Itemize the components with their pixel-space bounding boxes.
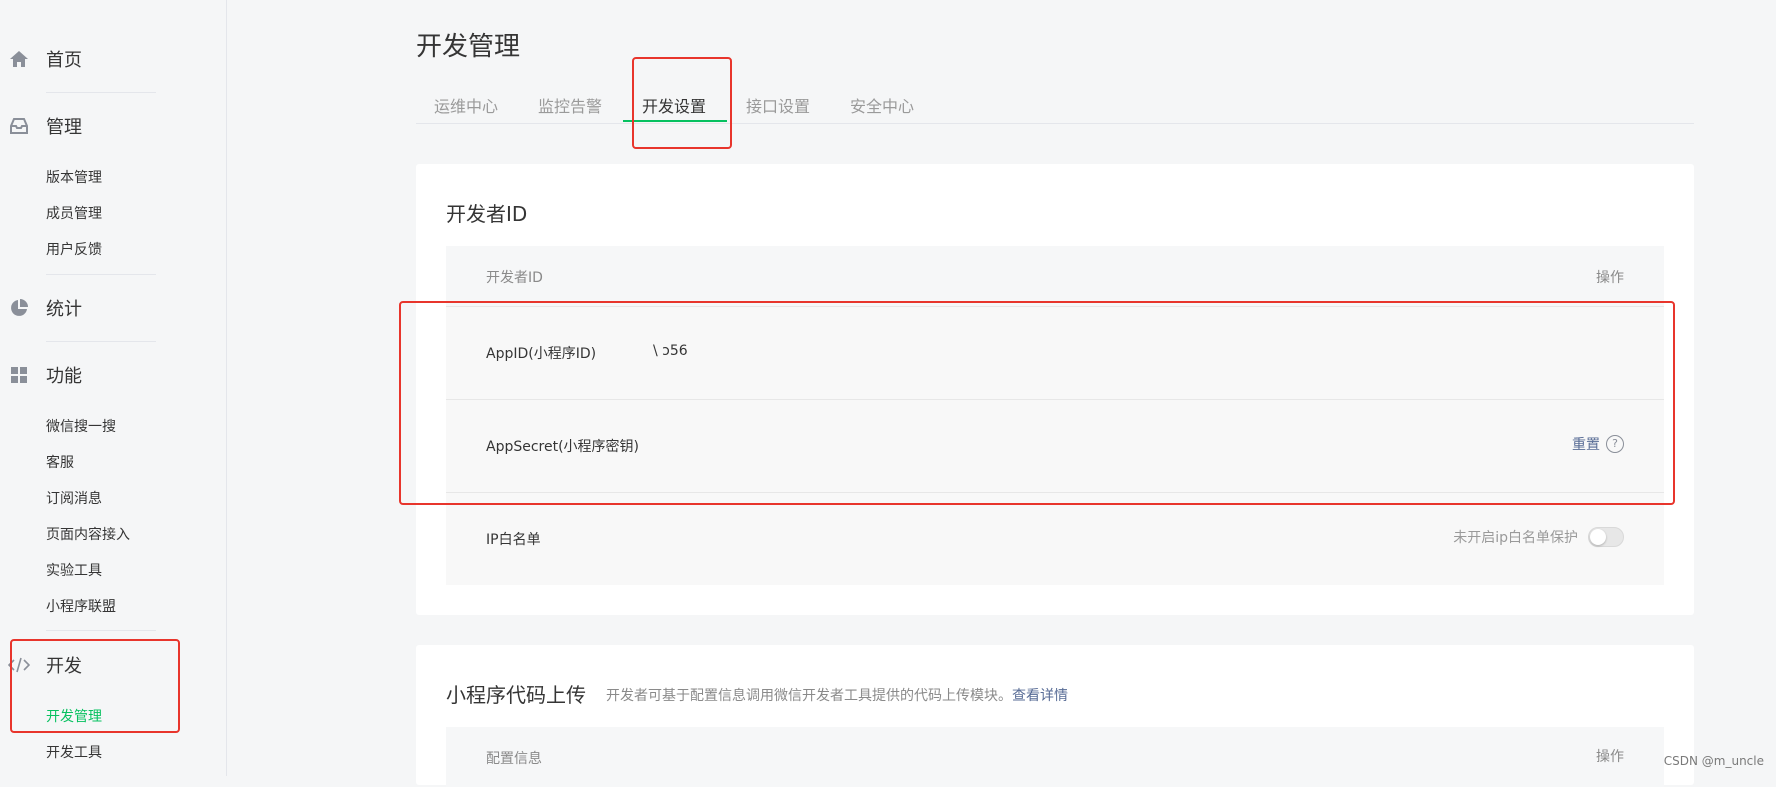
sidebar-item-alliance[interactable]: 小程序联盟 [46, 596, 116, 616]
tab-api-settings[interactable]: 接口设置 [746, 93, 810, 117]
sidebar-item-dev-manage[interactable]: 开发管理 [46, 706, 102, 726]
developer-id-card: 开发者ID 开发者ID 操作 AppID(小程序ID) \ ɔ56 AppSec… [416, 164, 1694, 615]
table-row-appid: AppID(小程序ID) \ ɔ56 [446, 306, 1664, 399]
nav-manage-label: 管理 [46, 117, 82, 138]
sidebar: 首页 管理 版本管理 成员管理 用户反馈 统计 功能 微信搜一搜 客服 订阅消息… [0, 0, 227, 776]
appsecret-label: AppSecret(小程序密钥) [486, 439, 640, 455]
grid-icon [8, 364, 30, 386]
tab-security[interactable]: 安全中心 [850, 93, 914, 117]
table-header: 配置信息 操作 [446, 727, 1664, 787]
nav-stats-label: 统计 [46, 299, 82, 320]
reset-link[interactable]: 重置 [1572, 434, 1600, 454]
card-title: 小程序代码上传 [446, 683, 586, 707]
nav-home[interactable]: 首页 [0, 44, 200, 74]
appid-value: \ ɔ56 [653, 343, 688, 359]
table-row-ip-whitelist: IP白名单 未开启ip白名单保护 [446, 492, 1664, 585]
watermark: CSDN @m_uncle [1663, 754, 1764, 768]
inbox-icon [8, 115, 30, 137]
sidebar-item-search[interactable]: 微信搜一搜 [46, 416, 116, 436]
card-description: 开发者可基于配置信息调用微信开发者工具提供的代码上传模块。查看详情 [606, 685, 1068, 705]
divider [46, 341, 156, 342]
nav-manage[interactable]: 管理 [0, 111, 200, 141]
tab-monitor[interactable]: 监控告警 [538, 93, 602, 117]
sidebar-item-dev-tools[interactable]: 开发工具 [46, 742, 102, 762]
ip-whitelist-toggle[interactable] [1588, 527, 1624, 547]
sidebar-item-content[interactable]: 页面内容接入 [46, 524, 130, 544]
nav-features[interactable]: 功能 [0, 360, 200, 390]
view-details-link[interactable]: 查看详情 [1012, 688, 1068, 704]
active-tab-indicator [623, 120, 727, 122]
card-description-text: 开发者可基于配置信息调用微信开发者工具提供的代码上传模块。 [606, 688, 1012, 704]
column-header-action: 操作 [1596, 270, 1624, 286]
sidebar-item-subscribe[interactable]: 订阅消息 [46, 488, 102, 508]
divider [46, 630, 156, 631]
column-header-action: 操作 [1596, 749, 1624, 765]
home-icon [8, 48, 30, 70]
tab-dev-settings[interactable]: 开发设置 [642, 93, 706, 117]
ip-whitelist-label: IP白名单 [486, 532, 541, 548]
nav-stats[interactable]: 统计 [0, 293, 200, 323]
sidebar-item-version[interactable]: 版本管理 [46, 167, 102, 187]
nav-features-label: 功能 [46, 366, 82, 387]
column-header-name: 开发者ID [486, 270, 543, 286]
appid-label: AppID(小程序ID) [486, 346, 597, 362]
divider [46, 274, 156, 275]
sidebar-item-feedback[interactable]: 用户反馈 [46, 239, 102, 259]
tab-ops[interactable]: 运维中心 [434, 93, 498, 117]
ip-whitelist-actions: 未开启ip白名单保护 [1453, 527, 1624, 547]
card-title: 开发者ID [446, 202, 528, 226]
code-icon [8, 654, 30, 676]
nav-dev[interactable]: 开发 [0, 650, 200, 680]
appsecret-actions: 重置 ? [1572, 434, 1624, 454]
column-header-config: 配置信息 [486, 751, 542, 767]
page-title: 开发管理 [416, 32, 521, 62]
nav-dev-label: 开发 [46, 656, 82, 677]
help-icon[interactable]: ? [1606, 435, 1624, 453]
table-header: 开发者ID 操作 [446, 246, 1664, 306]
sidebar-item-members[interactable]: 成员管理 [46, 203, 102, 223]
table-row-appsecret: AppSecret(小程序密钥) 重置 ? [446, 399, 1664, 492]
ip-whitelist-status: 未开启ip白名单保护 [1453, 530, 1578, 546]
sidebar-item-experiment[interactable]: 实验工具 [46, 560, 102, 580]
divider [46, 92, 156, 93]
tab-bar: 运维中心 监控告警 开发设置 接口设置 安全中心 [416, 84, 1694, 124]
pie-chart-icon [8, 297, 30, 319]
nav-home-label: 首页 [46, 50, 82, 71]
sidebar-item-service[interactable]: 客服 [46, 452, 74, 472]
toggle-knob [1590, 529, 1606, 545]
code-upload-card: 小程序代码上传 开发者可基于配置信息调用微信开发者工具提供的代码上传模块。查看详… [416, 645, 1694, 787]
